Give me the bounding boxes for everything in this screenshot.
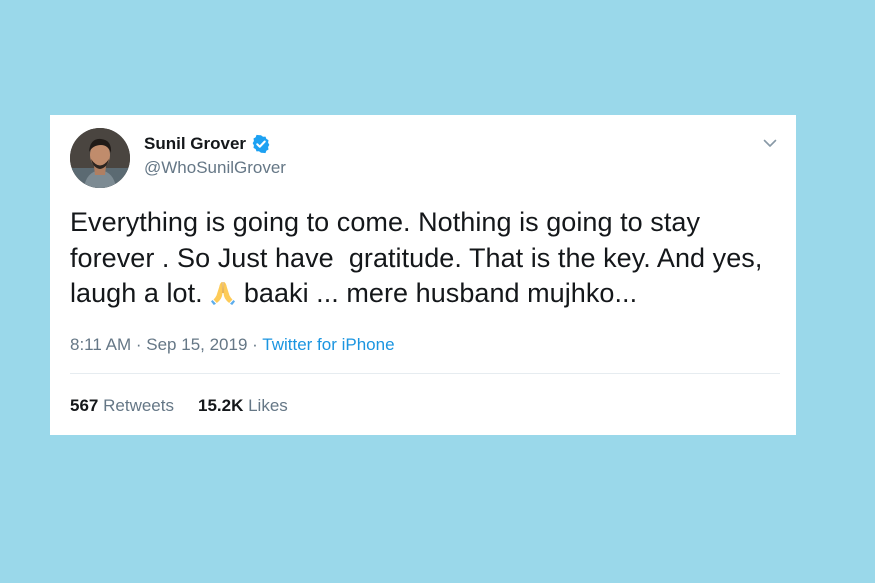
retweets-count: 567	[70, 396, 99, 415]
tweet-card: Sunil Grover @WhoSunilGrover Everything …	[50, 115, 796, 435]
verified-badge-icon	[251, 134, 271, 154]
likes-stat[interactable]: 15.2K Likes	[198, 395, 288, 417]
tweet-time[interactable]: 8:11 AM	[70, 335, 131, 354]
likes-count: 15.2K	[197, 396, 244, 415]
meta-separator: ·	[252, 335, 258, 354]
divider	[70, 373, 780, 374]
tweet-text: Everything is going to come. Nothing is …	[70, 205, 770, 312]
folded-hands-emoji-icon	[210, 279, 236, 305]
tweet-stats: 567 Retweets 15.2K Likes	[70, 395, 288, 417]
profile-photo-icon	[70, 128, 130, 188]
tweet-text-part-2: baaki ... mere husband mujhko...	[236, 278, 638, 308]
meta-separator: ·	[135, 335, 142, 354]
avatar[interactable]	[70, 128, 130, 188]
tweet-author: Sunil Grover @WhoSunilGrover	[144, 133, 286, 179]
retweets-label: Retweets	[103, 396, 174, 415]
tweet-meta: 8:11 AM · Sep 15, 2019 · Twitter for iPh…	[70, 334, 395, 356]
chevron-down-icon[interactable]	[762, 135, 778, 151]
retweets-stat[interactable]: 567 Retweets	[70, 395, 174, 417]
tweet-date[interactable]: Sep 15, 2019	[146, 335, 247, 354]
tweet-source-link[interactable]: Twitter for iPhone	[262, 335, 394, 354]
likes-label: Likes	[248, 396, 288, 415]
author-handle[interactable]: @WhoSunilGrover	[144, 157, 286, 179]
author-display-name[interactable]: Sunil Grover	[144, 133, 246, 155]
